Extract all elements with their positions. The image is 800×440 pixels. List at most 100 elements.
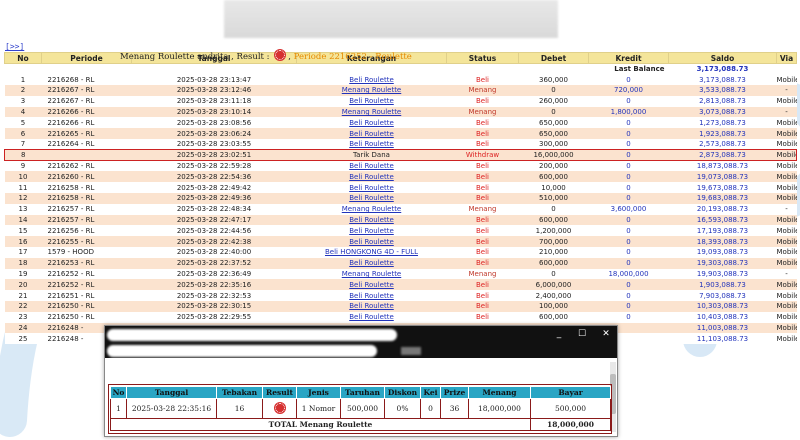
cell-via: Mobile — [776, 139, 797, 150]
cell-saldo: 3,073,088.73 — [668, 106, 777, 118]
cell-via: Mobile — [776, 117, 797, 129]
keterangan-link[interactable]: Menang Roulette — [342, 270, 402, 278]
cell-ket: Beli HONGKONG 4D - FULL — [296, 247, 447, 258]
cell-saldo: 3,533,088.73 — [668, 85, 777, 96]
result-chip-icon — [274, 403, 285, 413]
cell-tanggal: 2025-03-28 22:54:36 — [131, 171, 297, 183]
cell-status: Beli — [446, 290, 519, 302]
keterangan-link[interactable]: Beli Roulette — [349, 259, 394, 267]
cell-ket: Beli Roulette — [296, 257, 447, 269]
table-row: 9 2216262 - RL 2025-03-28 22:59:28 Beli Rou… — [4, 160, 797, 172]
cell-saldo: 1,273,088.73 — [668, 117, 777, 129]
cell-no: 13 — [4, 203, 42, 215]
keterangan-link[interactable]: Menang Roulette — [342, 86, 402, 94]
cell-ket: Beli Roulette — [296, 139, 447, 150]
detail-diskon: 0% — [384, 398, 421, 419]
last-balance-value: 3,173,088.73 — [668, 63, 777, 75]
keterangan-link[interactable]: Beli Roulette — [349, 313, 394, 321]
detail-header-menang: Menang — [468, 386, 531, 399]
last-balance-row: Last Balance 3,173,088.73 — [4, 63, 797, 75]
detail-no: 1 — [110, 398, 127, 419]
detail-header-no: No — [110, 386, 127, 399]
minimize-button[interactable]: _ — [553, 329, 565, 339]
close-button[interactable]: ✕ — [600, 329, 612, 339]
column-header-kredit: Kredit — [588, 52, 669, 64]
cell-no: 9 — [4, 160, 42, 172]
cell-ket: Beli Roulette — [296, 279, 447, 291]
cell-ket: Menang Roulette — [296, 106, 447, 118]
cell-via: - — [776, 106, 797, 118]
cell-tanggal: 2025-03-28 22:37:52 — [131, 257, 297, 269]
keterangan-link[interactable]: Beli Roulette — [349, 184, 394, 192]
detail-row: 1 2025-03-28 22:35:16 16 1 Nomor 500,000… — [110, 398, 611, 419]
keterangan-link[interactable]: Beli Roulette — [349, 130, 394, 138]
keterangan-link[interactable]: Beli Roulette — [349, 76, 394, 84]
cell-no: 18 — [4, 257, 42, 269]
cell-via: Mobile — [776, 322, 797, 334]
keterangan-link[interactable]: Beli Roulette — [349, 140, 394, 148]
cell-periode: 2216267 - RL — [41, 95, 132, 107]
detail-header-tebakan: Tebakan — [216, 386, 263, 399]
keterangan-link[interactable]: Beli HONGKONG 4D - FULL — [325, 248, 418, 256]
keterangan-link[interactable]: Beli Roulette — [349, 302, 394, 310]
cell-no: 19 — [4, 268, 42, 280]
cell-via: Mobile — [776, 257, 797, 269]
cell-tanggal: 2025-03-28 22:30:15 — [131, 301, 297, 312]
cell-tanggal: 2025-03-28 23:03:55 — [131, 139, 297, 150]
cell-periode: 2216252 - RL — [41, 268, 132, 280]
cell-kredit: 0 — [588, 301, 669, 312]
cell-periode: 2216266 - RL — [41, 106, 132, 118]
keterangan-link[interactable]: Beli Roulette — [349, 97, 394, 105]
cell-no: 20 — [4, 279, 42, 291]
keterangan-link[interactable]: Beli Roulette — [349, 292, 394, 300]
cell-kredit: 0 — [588, 247, 669, 258]
cell-status: Beli — [446, 247, 519, 258]
cell-via: Mobile — [776, 128, 797, 140]
cell-debet: 600,000 — [518, 257, 589, 269]
cell-tanggal: 2025-03-28 22:32:53 — [131, 290, 297, 302]
cell-no: 2 — [4, 85, 42, 96]
cell-tanggal: 2025-03-28 22:48:34 — [131, 203, 297, 215]
cell-debet: 100,000 — [518, 301, 589, 312]
keterangan-link[interactable]: Menang Roulette — [342, 108, 402, 116]
cell-saldo: 11,003,088.73 — [668, 322, 777, 334]
popup-heading: Menang Roulette andrita , Result : , Per… — [120, 50, 412, 62]
cell-tanggal: 2025-03-28 23:10:14 — [131, 106, 297, 118]
keterangan-link[interactable]: Beli Roulette — [349, 173, 394, 181]
cell-debet: 600,000 — [518, 311, 589, 323]
cell-via: Mobile — [776, 74, 797, 86]
cell-saldo: 18,393,088.73 — [668, 236, 777, 248]
table-row: 23 2216250 - RL 2025-03-28 22:29:55 Beli Ro… — [4, 311, 797, 323]
keterangan-link[interactable]: Beli Roulette — [349, 194, 394, 202]
keterangan-link[interactable]: Beli Roulette — [349, 162, 394, 170]
cell-saldo: 7,903,088.73 — [668, 290, 777, 302]
cell-no: 15 — [4, 225, 42, 237]
keterangan-link[interactable]: Beli Roulette — [349, 119, 394, 127]
cell-no: 16 — [4, 236, 42, 248]
redacted-title — [107, 329, 397, 341]
cell-no: 21 — [4, 290, 42, 302]
cell-debet: 700,000 — [518, 236, 589, 248]
table-row: 14 2216257 - RL 2025-03-28 22:47:17 Beli Ro… — [4, 214, 797, 226]
next-page-link[interactable]: [>>] — [5, 42, 24, 51]
keterangan-link[interactable]: Menang Roulette — [342, 205, 402, 213]
cell-status: Menang — [446, 203, 519, 215]
detail-tebakan: 16 — [216, 398, 263, 419]
cell-ket: Beli Roulette — [296, 171, 447, 183]
detail-header-tanggal: Tanggal — [126, 386, 217, 399]
keterangan-link[interactable]: Beli Roulette — [349, 238, 394, 246]
cell-periode: 2216266 - RL — [41, 117, 132, 129]
cell-tanggal: 2025-03-28 23:08:56 — [131, 117, 297, 129]
cell-kredit: 0 — [588, 171, 669, 183]
keterangan-link[interactable]: Beli Roulette — [349, 281, 394, 289]
cell-periode: 1579 - HOOD — [41, 247, 132, 258]
maximize-button[interactable]: ☐ — [576, 329, 588, 339]
cell-tanggal: 2025-03-28 22:40:00 — [131, 247, 297, 258]
cell-periode: 2216268 - RL — [41, 74, 132, 86]
table-row: 12 2216258 - RL 2025-03-28 22:49:36 Beli Ro… — [4, 193, 797, 204]
cell-status: Beli — [446, 74, 519, 86]
keterangan-link[interactable]: Beli Roulette — [349, 227, 394, 235]
keterangan-link[interactable]: Beli Roulette — [349, 216, 394, 224]
detail-header-prize: Prize — [440, 386, 469, 399]
cell-debet: 16,000,000 — [518, 149, 589, 162]
